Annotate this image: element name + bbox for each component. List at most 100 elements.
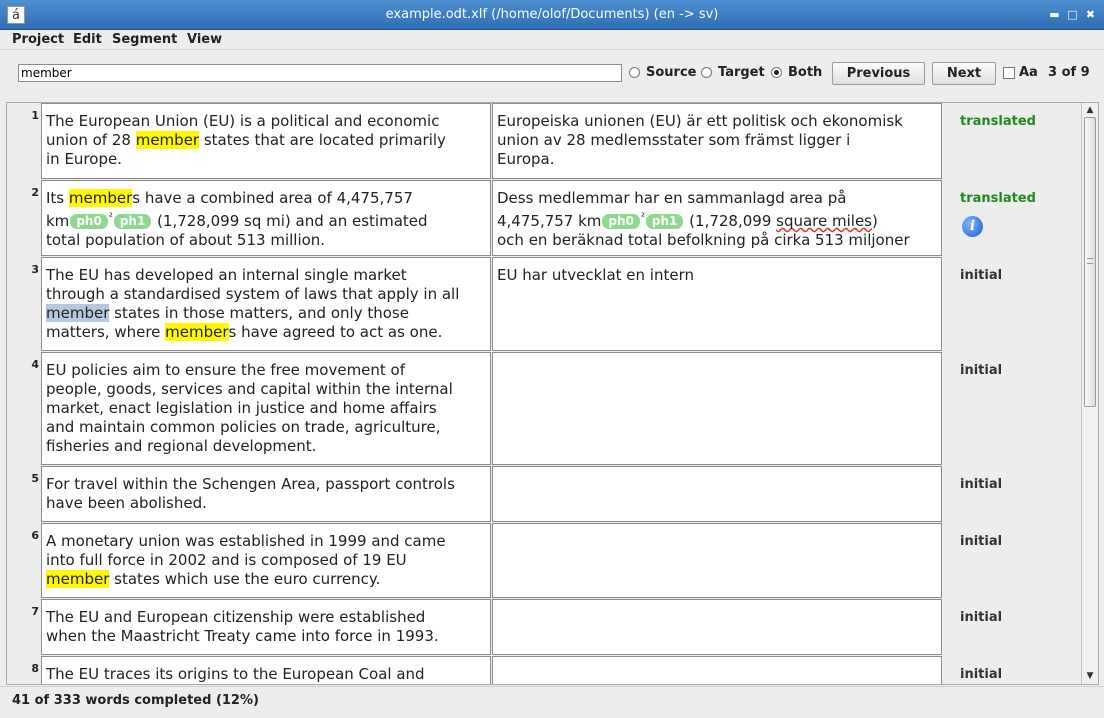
text-line: The EU and European citizenship were est…	[46, 608, 426, 626]
text-line: member states in those matters, and only…	[46, 304, 486, 323]
segment-number: 7	[31, 605, 39, 618]
source-cell[interactable]: EU policies aim to ensure the free movem…	[41, 352, 491, 465]
segment-status: initial	[960, 268, 1003, 283]
text-run: s have a combined area of 4,475,757	[132, 189, 413, 207]
segment-grid: 1 The European Union (EU) is a political…	[6, 102, 1099, 685]
spelling-error[interactable]: square miles	[776, 212, 872, 230]
text-line: km ph0 ² ph1 (1,728,099 sq mi) and an estim…	[46, 208, 486, 231]
scrollbar-thumb[interactable]	[1084, 117, 1096, 407]
segment-number: 5	[31, 472, 39, 485]
text-run: 4,475,757 km	[497, 212, 602, 230]
target-cell[interactable]: Europeiska unionen (EU) är ett politisk …	[492, 103, 942, 179]
segment-status: initial	[960, 477, 1003, 492]
radio-both[interactable]	[771, 67, 782, 78]
target-cell[interactable]	[492, 656, 942, 684]
text-line: EU policies aim to ensure the free movem…	[46, 361, 406, 379]
text-line: Dess medlemmar har en sammanlagd area på	[497, 189, 847, 207]
text-run: (1,728,099 sq mi) and an estimated	[152, 212, 428, 230]
placeholder-tag-ph0[interactable]: ph0	[602, 214, 640, 229]
text-run: states which use the euro currency.	[109, 570, 381, 588]
radio-target[interactable]	[701, 67, 712, 78]
text-line: and maintain common policies on trade, a…	[46, 418, 441, 436]
target-cell[interactable]: Dess medlemmar har en sammanlagd area på…	[492, 180, 942, 256]
text-line: och en beräknad total befolkning på cirk…	[497, 231, 910, 249]
segment-status: initial	[960, 363, 1003, 378]
text-line: The European Union (EU) is a political a…	[46, 112, 440, 130]
target-cell[interactable]	[492, 466, 942, 522]
source-cell[interactable]: For travel within the Schengen Area, pas…	[41, 466, 491, 522]
radio-source[interactable]	[629, 67, 640, 78]
segment-number: 1	[31, 109, 39, 122]
segment-status: translated	[960, 114, 1036, 129]
match-case-checkbox[interactable]	[1003, 67, 1015, 79]
menu-edit[interactable]: Edit	[73, 32, 102, 47]
text-run: ²	[108, 212, 113, 223]
match-count: 3 of 9	[1048, 65, 1090, 80]
text-run: s have agreed to act as one.	[228, 323, 443, 341]
search-highlight: member	[135, 131, 200, 149]
search-highlight: member	[165, 323, 229, 341]
segment-row: 5 For travel within the Schengen Area, p…	[7, 466, 1082, 523]
source-cell[interactable]: The EU traces its origins to the Europea…	[41, 656, 491, 684]
placeholder-tag-ph1[interactable]: ph1	[113, 214, 152, 229]
source-cell[interactable]: The EU has developed an internal single …	[41, 257, 491, 351]
vertical-scrollbar[interactable]: ▲ ▼	[1081, 103, 1098, 684]
target-cell[interactable]	[492, 599, 942, 655]
info-icon[interactable]: i	[962, 216, 983, 237]
text-run: km	[46, 212, 70, 230]
search-input[interactable]	[18, 64, 622, 82]
menu-segment[interactable]: Segment	[112, 32, 177, 47]
menu-view[interactable]: View	[187, 32, 222, 47]
segment-status: translated	[960, 191, 1036, 206]
radio-both-label[interactable]: Both	[788, 65, 822, 80]
segment-number: 4	[31, 358, 39, 371]
search-highlight: member	[68, 189, 133, 207]
previous-button[interactable]: Previous	[832, 62, 925, 85]
text-line: have been abolished.	[46, 494, 207, 512]
source-cell[interactable]: The European Union (EU) is a political a…	[41, 103, 491, 179]
scroll-down-icon[interactable]: ▼	[1084, 670, 1096, 682]
title-bar: á example.odt.xlf (/home/olof/Documents)…	[0, 0, 1104, 30]
text-line: EU har utvecklat en intern	[497, 266, 694, 284]
segment-row: 8 The EU traces its origins to the Europ…	[7, 656, 1082, 684]
grip-icon	[1087, 258, 1093, 264]
segment-row: 3 The EU has developed an internal singl…	[7, 257, 1082, 352]
placeholder-tag-ph0[interactable]: ph0	[70, 214, 108, 229]
text-line: The EU has developed an internal single …	[46, 266, 407, 284]
next-button[interactable]: Next	[932, 62, 996, 85]
placeholder-tag-ph1[interactable]: ph1	[645, 214, 684, 229]
search-highlight: member	[46, 570, 110, 588]
source-cell[interactable]: A monetary union was established in 1999…	[41, 523, 491, 598]
segment-status: initial	[960, 610, 1003, 625]
segment-status: initial	[960, 667, 1003, 682]
text-line: 4,475,757 km ph0 ² ph1 (1,728,099 square mi…	[497, 208, 937, 231]
segment-number: 8	[31, 662, 39, 675]
text-line: into full force in 2002 and is composed …	[46, 551, 407, 569]
text-run: matters, where	[46, 323, 166, 341]
text-run: states that are located primarily	[199, 131, 446, 149]
text-line: Europa.	[497, 150, 555, 168]
menu-project[interactable]: Project	[12, 32, 64, 47]
maximize-icon[interactable]: □	[1066, 8, 1079, 21]
text-line: in Europe.	[46, 150, 122, 168]
scroll-up-icon[interactable]: ▲	[1084, 104, 1096, 116]
text-line: A monetary union was established in 1999…	[46, 532, 446, 550]
text-line: matters, where members have agreed to ac…	[46, 323, 486, 342]
text-line: union of 28 member states that are locat…	[46, 131, 486, 150]
text-run: Its	[46, 189, 69, 207]
target-cell[interactable]	[492, 523, 942, 598]
target-cell[interactable]: EU har utvecklat en intern	[492, 257, 942, 351]
text-line: fisheries and regional development.	[46, 437, 317, 455]
radio-target-label[interactable]: Target	[718, 65, 765, 80]
source-cell[interactable]: Its members have a combined area of 4,47…	[41, 180, 491, 256]
minimize-icon[interactable]: ▬	[1048, 8, 1061, 21]
segment-number: 2	[31, 186, 39, 199]
segment-row: 6 A monetary union was established in 19…	[7, 523, 1082, 599]
target-cell[interactable]	[492, 352, 942, 465]
close-icon[interactable]: ✖	[1084, 8, 1097, 21]
window-title: example.odt.xlf (/home/olof/Documents) (…	[385, 7, 719, 22]
text-run: (1,728,099	[684, 212, 777, 230]
source-cell[interactable]: The EU and European citizenship were est…	[41, 599, 491, 655]
radio-source-label[interactable]: Source	[646, 65, 696, 80]
match-case-label[interactable]: Aa	[1019, 65, 1038, 80]
